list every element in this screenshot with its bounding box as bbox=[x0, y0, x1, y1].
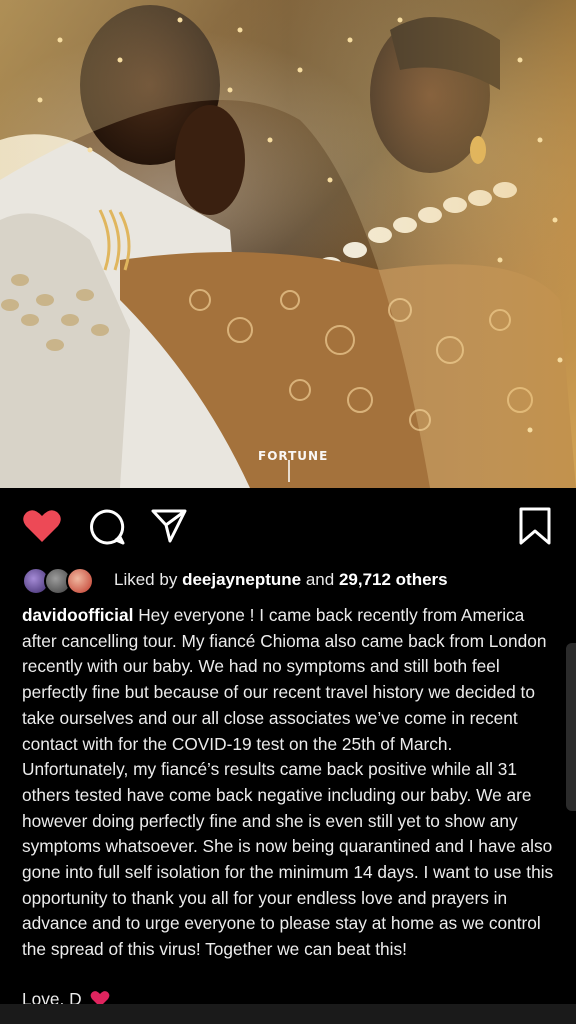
image-watermark: FORTUNE bbox=[258, 449, 329, 463]
send-icon[interactable] bbox=[150, 508, 188, 544]
edge-scroll-handle[interactable] bbox=[566, 643, 576, 811]
post-action-bar bbox=[0, 488, 576, 558]
post-image[interactable]: FORTUNE bbox=[0, 0, 576, 488]
bottom-bar bbox=[0, 1004, 576, 1024]
liker-avatars bbox=[22, 566, 104, 595]
likes-summary[interactable]: Liked by deejayneptune and 29,712 others bbox=[22, 566, 562, 595]
likes-conjunction: and bbox=[305, 570, 335, 589]
comment-icon[interactable] bbox=[88, 508, 126, 546]
caption-text: Hey everyone ! I came back recently from… bbox=[22, 605, 554, 960]
wedding-photo bbox=[0, 0, 576, 488]
liker-username[interactable]: deejayneptune bbox=[182, 570, 301, 589]
likes-others-count[interactable]: 29,712 others bbox=[339, 570, 448, 589]
avatar bbox=[66, 567, 94, 595]
likes-prefix: Liked by bbox=[114, 570, 178, 589]
caption-username[interactable]: davidoofficial bbox=[22, 605, 133, 625]
post-caption: davidoofficial Hey everyone ! I came bac… bbox=[22, 603, 562, 963]
heart-filled-icon[interactable] bbox=[22, 508, 62, 544]
bookmark-icon[interactable] bbox=[518, 506, 552, 546]
likes-text: Liked by deejayneptune and 29,712 others bbox=[114, 570, 448, 590]
